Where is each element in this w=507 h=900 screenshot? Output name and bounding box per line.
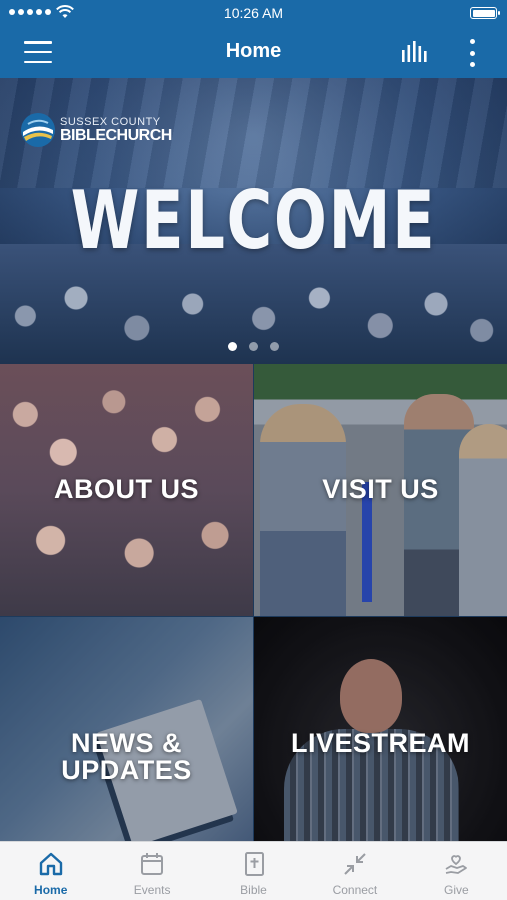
carousel-pagination[interactable] xyxy=(0,342,507,351)
bottom-tab-bar: Home Events Bible Connect Give xyxy=(0,841,507,900)
status-bar: 10:26 AM xyxy=(0,0,507,26)
about-us-tile[interactable]: ABOUT US xyxy=(0,364,253,616)
tab-home-label: Home xyxy=(34,883,68,897)
tab-give-label: Give xyxy=(443,883,469,897)
church-logo-icon xyxy=(21,113,55,147)
livestream-tile[interactable]: LIVESTREAM xyxy=(254,617,507,841)
tab-give[interactable]: Give xyxy=(406,842,507,900)
tab-connect[interactable]: Connect xyxy=(304,842,405,900)
news-updates-tile[interactable]: NEWS & UPDATES xyxy=(0,617,253,841)
hero-headline: WELCOME xyxy=(70,174,437,267)
more-vertical-icon[interactable] xyxy=(467,39,477,67)
tab-events[interactable]: Events xyxy=(101,842,202,900)
tab-connect-label: Connect xyxy=(332,883,378,897)
news-updates-label: NEWS & UPDATES xyxy=(0,730,253,784)
tab-bible[interactable]: Bible xyxy=(203,842,304,900)
carousel-dot[interactable] xyxy=(228,342,237,351)
tab-bible-label: Bible xyxy=(240,883,267,897)
audio-bars-icon[interactable] xyxy=(401,40,431,64)
status-time: 10:26 AM xyxy=(223,5,284,21)
carousel-dot[interactable] xyxy=(270,342,279,351)
about-us-label: ABOUT US xyxy=(54,474,199,504)
battery-icon xyxy=(470,7,500,19)
church-logo: SUSSEX COUNTY BIBLECHURCH xyxy=(20,108,172,152)
visit-us-label: VISIT US xyxy=(322,474,439,504)
news-updates-label-line-2: UPDATES xyxy=(61,755,192,785)
news-updates-label-line-1: NEWS & xyxy=(71,728,182,758)
tab-events-label: Events xyxy=(133,883,171,897)
logo-line-1: SUSSEX COUNTY xyxy=(60,115,161,128)
tab-home[interactable]: Home xyxy=(0,842,101,900)
home-icon xyxy=(39,852,62,876)
give-heart-hand-icon xyxy=(445,855,468,874)
livestream-label: LIVESTREAM xyxy=(290,728,470,758)
visit-us-tile[interactable]: VISIT US xyxy=(254,364,507,616)
carousel-dot[interactable] xyxy=(249,342,258,351)
nav-bar: Home xyxy=(0,26,507,78)
welcome-carousel[interactable]: SUSSEX COUNTY BIBLECHURCH WELCOME xyxy=(0,78,507,364)
calendar-icon xyxy=(141,853,164,875)
logo-line-2: BIBLECHURCH xyxy=(60,126,172,144)
connect-arrows-icon xyxy=(344,853,366,875)
bible-icon xyxy=(244,852,264,876)
